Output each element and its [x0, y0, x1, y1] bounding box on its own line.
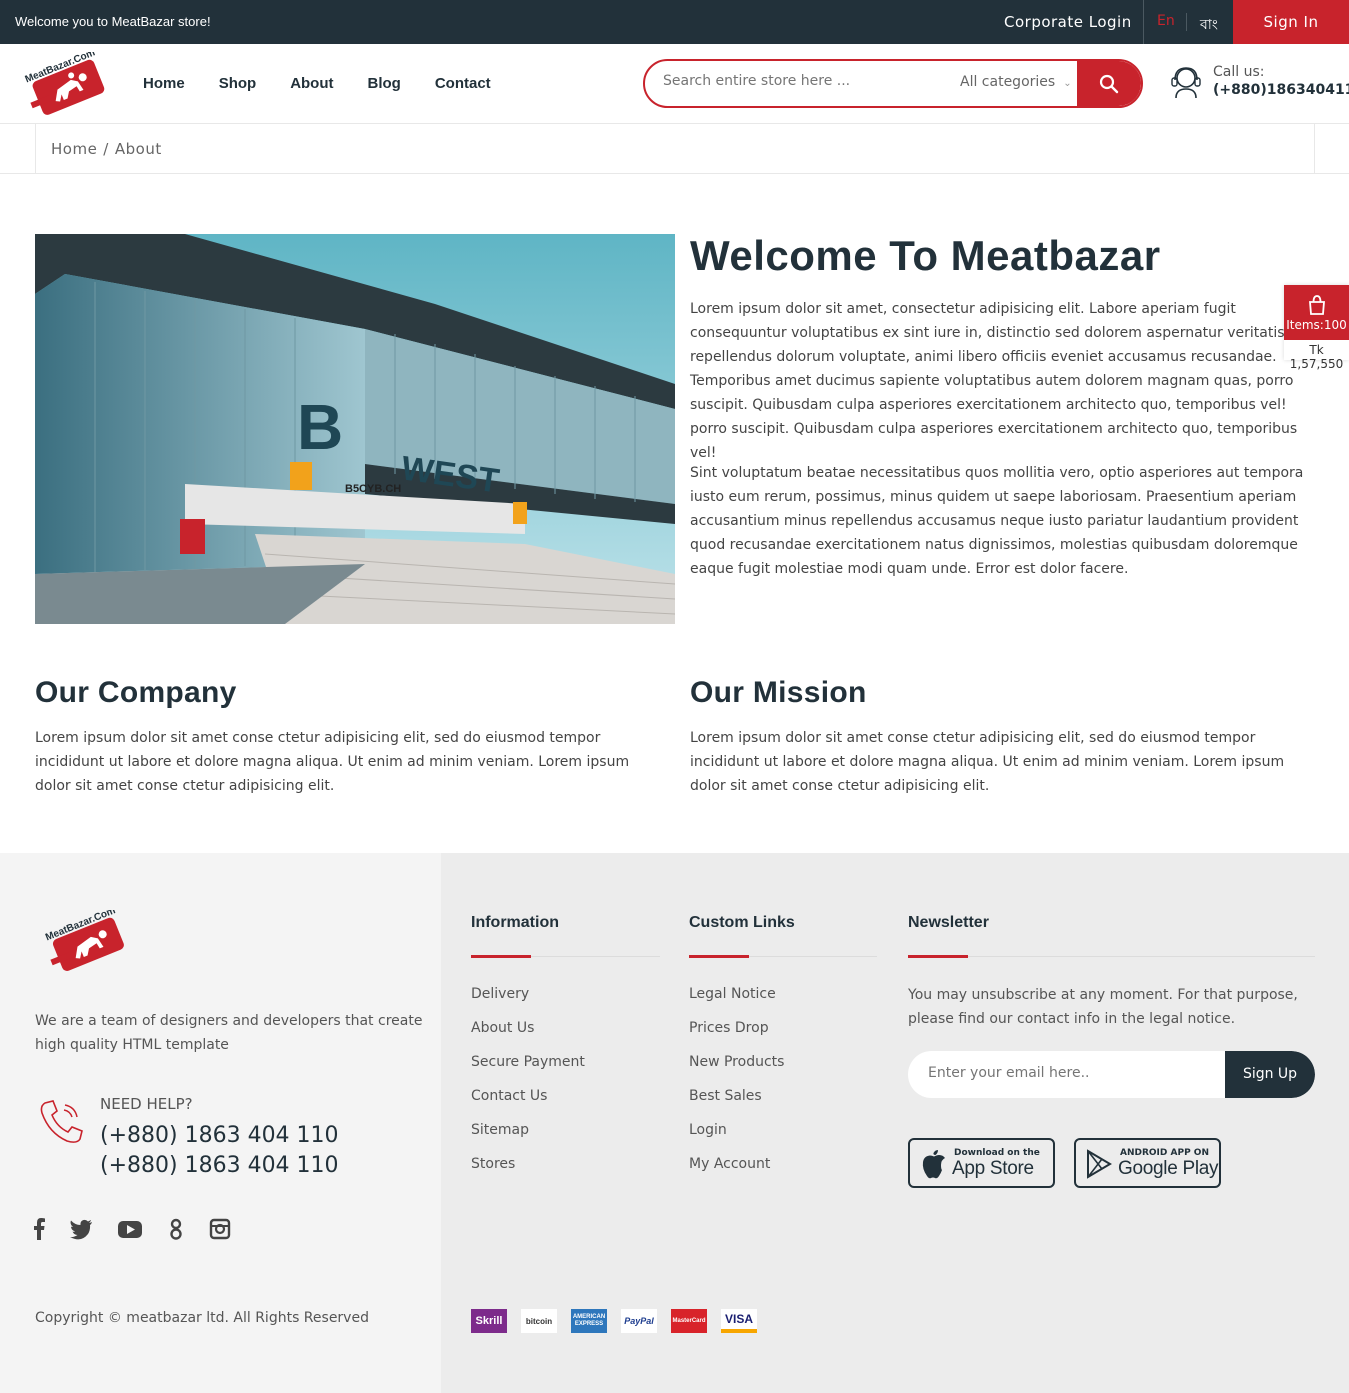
intro-paragraph-2: Sint voluptatum beatae necessitatibus qu…: [690, 465, 1304, 577]
app-store-text: App Store: [952, 1158, 1034, 1179]
shopping-bag-icon: [1308, 295, 1325, 315]
youtube-icon[interactable]: [117, 1218, 143, 1242]
need-help-label: NEED HELP?: [100, 1095, 193, 1113]
visa-logo: VISA: [721, 1309, 757, 1333]
our-company-text: Lorem ipsum dolor sit amet conse ctetur …: [35, 730, 630, 794]
newsletter-heading: Newsletter: [908, 914, 989, 931]
footer-phone-2[interactable]: (+880) 1863 404 110: [100, 1153, 339, 1178]
site-logo[interactable]: MeatBazar.Com: [20, 47, 112, 116]
newsletter-form: Sign Up: [908, 1051, 1315, 1098]
call-label: Call us:: [1213, 64, 1265, 80]
google-play-icon: [1086, 1149, 1112, 1183]
breadcrumb-current: About: [114, 140, 162, 158]
heading-accent: [689, 955, 749, 958]
bitcoin-logo: bitcoin: [521, 1309, 557, 1333]
footer-link-stores[interactable]: Stores: [471, 1154, 585, 1188]
social-links: [33, 1218, 255, 1242]
breadcrumb-separator: /: [103, 140, 109, 158]
twitter-icon[interactable]: [69, 1218, 93, 1242]
footer-link-about-us[interactable]: About Us: [471, 1018, 585, 1052]
store-building-image: B WEST B5CYB.CH: [35, 234, 675, 624]
newsletter-email-input[interactable]: [928, 1065, 1218, 1081]
breadcrumb-home[interactable]: Home: [51, 140, 97, 158]
category-select[interactable]: All categories ⌄: [960, 74, 1072, 90]
sign-in-button[interactable]: Sign In: [1233, 0, 1349, 44]
corporate-login-link[interactable]: Corporate Login: [1004, 13, 1132, 31]
heading-accent: [908, 955, 968, 958]
footer-link-delivery[interactable]: Delivery: [471, 984, 585, 1018]
search-button[interactable]: [1077, 61, 1141, 106]
footer-link-legal-notice[interactable]: Legal Notice: [689, 984, 784, 1018]
search-icon: [1099, 74, 1119, 93]
information-heading: Information: [471, 914, 559, 931]
top-bar: Welcome you to MeatBazar store! Corporat…: [0, 0, 1349, 44]
welcome-message: Welcome you to MeatBazar store!: [15, 14, 211, 29]
language-en-link[interactable]: En: [1157, 13, 1175, 29]
call-number[interactable]: (+880)1863404110: [1213, 82, 1349, 98]
category-select-label: All categories: [960, 74, 1056, 90]
newsletter-description: You may unsubscribe at any moment. For t…: [908, 987, 1298, 1027]
our-mission-title: Our Mission: [690, 676, 867, 709]
nav-shop[interactable]: Shop: [219, 75, 257, 92]
custom-links: Legal Notice Prices Drop New Products Be…: [689, 984, 784, 1188]
page-title: Welcome To Meatbazar: [690, 232, 1161, 279]
footer-description: We are a team of designers and developer…: [35, 1013, 423, 1053]
footer-phone-1[interactable]: (+880) 1863 404 110: [100, 1123, 339, 1148]
google-play-badge[interactable]: ANDROID APP ON Google Play: [1074, 1138, 1221, 1188]
phone-icon: [37, 1097, 87, 1147]
google-plus-icon[interactable]: [167, 1218, 185, 1242]
support-headset-icon: [1168, 64, 1204, 100]
our-company-title: Our Company: [35, 676, 237, 709]
footer-link-new-products[interactable]: New Products: [689, 1052, 784, 1086]
nav-contact[interactable]: Contact: [435, 75, 491, 92]
divider: [908, 956, 1315, 957]
breadcrumb: Home / About: [51, 140, 162, 158]
footer-link-my-account[interactable]: My Account: [689, 1154, 784, 1188]
footer-link-contact-us[interactable]: Contact Us: [471, 1086, 585, 1120]
custom-links-heading: Custom Links: [689, 914, 795, 931]
building-sign: B5CYB.CH: [345, 483, 401, 495]
footer-link-prices-drop[interactable]: Prices Drop: [689, 1018, 784, 1052]
footer-link-secure-payment[interactable]: Secure Payment: [471, 1052, 585, 1086]
our-mission-text: Lorem ipsum dolor sit amet conse ctetur …: [690, 730, 1285, 794]
mastercard-logo: MasterCard: [671, 1309, 707, 1333]
google-play-text: Google Play: [1118, 1158, 1219, 1179]
information-links: Delivery About Us Secure Payment Contact…: [471, 984, 585, 1188]
nav-about[interactable]: About: [290, 75, 333, 92]
main-nav: Home Shop About Blog Contact: [143, 75, 525, 92]
mini-cart-header: Items:100: [1284, 285, 1349, 340]
site-header: MeatBazar.Com Home Shop About Blog Conta…: [0, 44, 1349, 124]
newsletter-signup-button[interactable]: Sign Up: [1225, 1051, 1315, 1098]
breadcrumb-bar: Home / About: [0, 124, 1349, 174]
intro-paragraph-1: Lorem ipsum dolor sit amet, consectetur …: [690, 301, 1298, 461]
nav-home[interactable]: Home: [143, 75, 185, 92]
footer-link-sitemap[interactable]: Sitemap: [471, 1120, 585, 1154]
search-bar: All categories ⌄: [643, 59, 1143, 108]
amex-logo: AMERICAN EXPRESS: [571, 1309, 607, 1333]
building-letter: B: [297, 391, 343, 463]
divider: [1143, 0, 1144, 44]
nav-blog[interactable]: Blog: [368, 75, 401, 92]
chevron-down-icon: ⌄: [1063, 78, 1072, 89]
google-play-small-text: ANDROID APP ON: [1120, 1148, 1209, 1158]
app-store-badge[interactable]: Download on the App Store: [908, 1138, 1055, 1188]
skrill-logo: Skrill: [471, 1309, 507, 1333]
paypal-logo: PayPal: [621, 1309, 657, 1333]
mini-cart[interactable]: Items:100 Tk 1,57,550: [1284, 285, 1349, 371]
mini-cart-items: Items:100: [1286, 318, 1347, 332]
instagram-icon[interactable]: [209, 1218, 231, 1242]
mini-cart-total: Tk 1,57,550: [1289, 343, 1344, 371]
footer-link-best-sales[interactable]: Best Sales: [689, 1086, 784, 1120]
language-bn-link[interactable]: বাং: [1200, 13, 1218, 37]
breadcrumb-container: Home / About: [35, 124, 1315, 173]
search-input[interactable]: [663, 73, 923, 89]
app-store-small-text: Download on the: [954, 1148, 1040, 1158]
footer-link-login[interactable]: Login: [689, 1120, 784, 1154]
apple-icon: [920, 1149, 946, 1183]
facebook-icon[interactable]: [33, 1218, 45, 1242]
footer-logo[interactable]: MeatBazar.Com: [40, 905, 132, 972]
heading-accent: [471, 955, 531, 958]
divider: [1186, 13, 1187, 31]
copyright-text: Copyright © meatbazar ltd. All Rights Re…: [35, 1310, 369, 1326]
